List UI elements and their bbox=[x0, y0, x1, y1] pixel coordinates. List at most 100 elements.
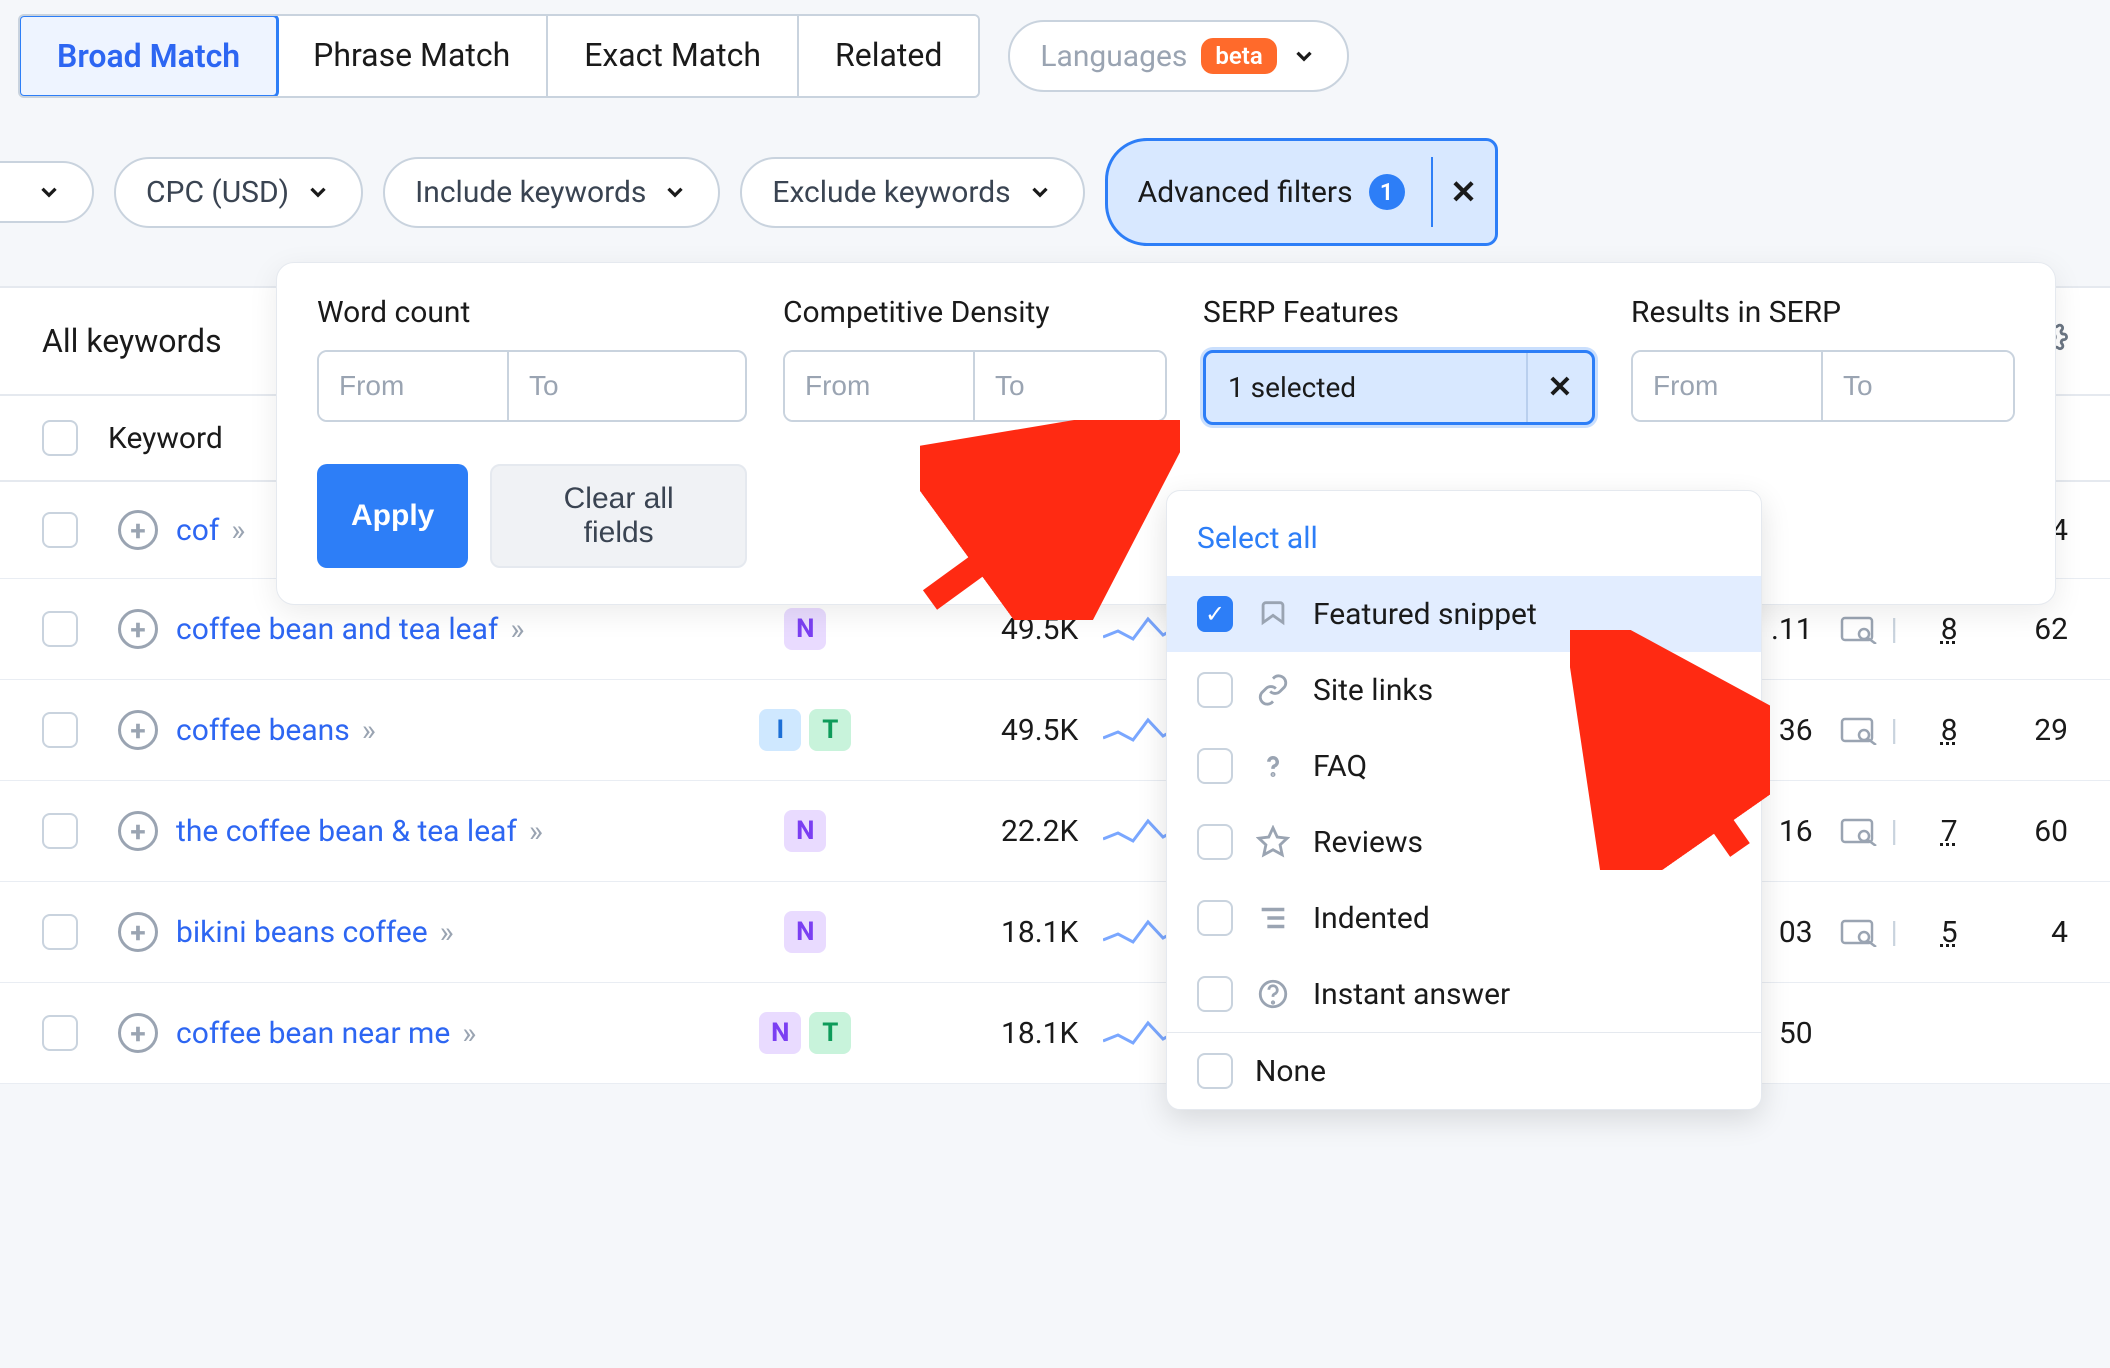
tab-related[interactable]: Related bbox=[799, 16, 978, 96]
filter-advanced[interactable]: Advanced filters 1 ✕ bbox=[1105, 138, 1498, 246]
languages-label: Languages bbox=[1040, 39, 1187, 74]
row-checkbox[interactable] bbox=[42, 712, 78, 748]
filter-unknown-left[interactable] bbox=[0, 161, 94, 223]
serp-none-checkbox[interactable] bbox=[1197, 1053, 1233, 1089]
add-keyword-icon[interactable]: + bbox=[118, 710, 158, 750]
volume-cell: 22.2K bbox=[890, 814, 1078, 849]
all-keywords-label: All keywords bbox=[42, 322, 222, 360]
serp-feature-checkbox[interactable] bbox=[1197, 748, 1233, 784]
chevron-down-icon bbox=[1291, 43, 1317, 69]
serp-feature-option[interactable]: Indented bbox=[1167, 880, 1761, 956]
filter-include-keywords[interactable]: Include keywords bbox=[383, 157, 720, 228]
filter-exclude-keywords[interactable]: Exclude keywords bbox=[740, 157, 1084, 228]
languages-dropdown[interactable]: Languages beta bbox=[1008, 20, 1348, 92]
clear-all-fields-button[interactable]: Clear all fields bbox=[490, 464, 747, 568]
row-checkbox[interactable] bbox=[42, 813, 78, 849]
keyword-link[interactable]: the coffee bean & tea leaf bbox=[176, 814, 517, 849]
re-cell: 62 bbox=[1973, 612, 2068, 647]
match-type-tabs: Broad Match Phrase Match Exact Match Rel… bbox=[18, 14, 980, 98]
row-checkbox[interactable] bbox=[42, 914, 78, 950]
re-cell: 29 bbox=[1973, 713, 2068, 748]
volume-cell: 49.5K bbox=[890, 713, 1078, 748]
serp-feature-option[interactable]: Instant answer bbox=[1167, 956, 1761, 1032]
competitive-density-range bbox=[783, 350, 1167, 422]
serp-count-cell[interactable]: 8 bbox=[1926, 713, 1973, 748]
keyword-link[interactable]: cof bbox=[176, 513, 219, 548]
row-checkbox[interactable] bbox=[42, 512, 78, 548]
intent-badge: N bbox=[784, 608, 826, 650]
add-keyword-icon[interactable]: + bbox=[118, 912, 158, 952]
serp-feature-checkbox[interactable] bbox=[1197, 672, 1233, 708]
tab-phrase-match[interactable]: Phrase Match bbox=[277, 16, 548, 96]
serp-feature-label: Featured snippet bbox=[1313, 597, 1537, 632]
advanced-clear-icon[interactable]: ✕ bbox=[1431, 157, 1495, 227]
filter-cpc-label: CPC (USD) bbox=[146, 175, 289, 210]
serp-count-cell[interactable]: 5 bbox=[1926, 915, 1973, 950]
serp-count-cell[interactable]: 7 bbox=[1926, 814, 1973, 849]
keyword-details-icon[interactable]: » bbox=[440, 915, 448, 950]
add-keyword-icon[interactable]: + bbox=[118, 811, 158, 851]
serp-features-select[interactable]: 1 selected ✕ bbox=[1203, 350, 1595, 425]
tab-exact-match[interactable]: Exact Match bbox=[548, 16, 799, 96]
serp-none-option[interactable]: None bbox=[1167, 1033, 1761, 1109]
serp-icon[interactable]: | bbox=[1813, 612, 1926, 647]
keyword-link[interactable]: coffee bean and tea leaf bbox=[176, 612, 498, 647]
table-row: +bikini beans coffee»N18.1K03|54 bbox=[0, 882, 2110, 983]
competitive-density-to-input[interactable] bbox=[975, 352, 1165, 420]
keyword-details-icon[interactable]: » bbox=[231, 513, 239, 548]
apply-button[interactable]: Apply bbox=[317, 464, 468, 568]
beta-badge: beta bbox=[1201, 38, 1276, 74]
serp-feature-label: FAQ bbox=[1313, 749, 1367, 784]
row-checkbox[interactable] bbox=[42, 1015, 78, 1051]
advanced-count-badge: 1 bbox=[1369, 174, 1405, 210]
serp-feature-checkbox[interactable]: ✓ bbox=[1197, 596, 1233, 632]
serp-features-clear-icon[interactable]: ✕ bbox=[1526, 353, 1592, 422]
word-count-range bbox=[317, 350, 747, 422]
serp-feature-icon bbox=[1255, 748, 1291, 784]
serp-feature-checkbox[interactable] bbox=[1197, 824, 1233, 860]
keyword-link[interactable]: coffee bean near me bbox=[176, 1016, 450, 1051]
serp-feature-checkbox[interactable] bbox=[1197, 900, 1233, 936]
keyword-details-icon[interactable]: » bbox=[462, 1016, 470, 1051]
serp-feature-label: Site links bbox=[1313, 673, 1433, 708]
serp-feature-icon bbox=[1255, 824, 1291, 860]
intent-badge: N bbox=[784, 810, 826, 852]
serp-feature-label: Indented bbox=[1313, 901, 1430, 936]
chevron-down-icon bbox=[662, 179, 688, 205]
intent-badge: I bbox=[759, 709, 801, 751]
filter-cpc[interactable]: CPC (USD) bbox=[114, 157, 363, 228]
results-in-serp-from-input[interactable] bbox=[1633, 352, 1823, 420]
volume-cell: 18.1K bbox=[890, 1016, 1078, 1051]
word-count-to-input[interactable] bbox=[509, 352, 699, 420]
select-all-option[interactable]: Select all bbox=[1167, 499, 1761, 576]
serp-icon[interactable]: | bbox=[1813, 814, 1926, 849]
keyword-details-icon[interactable]: » bbox=[362, 713, 370, 748]
keyword-link[interactable]: bikini beans coffee bbox=[176, 915, 428, 950]
select-all-checkbox[interactable] bbox=[42, 420, 78, 456]
keyword-details-icon[interactable]: » bbox=[510, 612, 518, 647]
serp-feature-checkbox[interactable] bbox=[1197, 976, 1233, 1012]
intent-badge: N bbox=[759, 1012, 801, 1054]
competitive-density-label: Competitive Density bbox=[783, 295, 1167, 336]
keyword-details-icon[interactable]: » bbox=[529, 814, 537, 849]
row-checkbox[interactable] bbox=[42, 611, 78, 647]
add-keyword-icon[interactable]: + bbox=[118, 609, 158, 649]
re-cell: 4 bbox=[1973, 915, 2068, 950]
results-in-serp-to-input[interactable] bbox=[1823, 352, 2013, 420]
serp-icon[interactable]: | bbox=[1813, 915, 1926, 950]
serp-count-cell[interactable]: 8 bbox=[1926, 612, 1973, 647]
add-keyword-icon[interactable]: + bbox=[118, 510, 158, 550]
serp-features-selected-text: 1 selected bbox=[1206, 353, 1526, 422]
intent-badge: N bbox=[784, 911, 826, 953]
serp-features-label: SERP Features bbox=[1203, 295, 1595, 336]
add-keyword-icon[interactable]: + bbox=[118, 1013, 158, 1053]
serp-icon[interactable]: | bbox=[1813, 713, 1926, 748]
tab-broad-match[interactable]: Broad Match bbox=[18, 14, 279, 98]
column-header-keyword[interactable]: Keyword bbox=[108, 421, 223, 456]
chevron-down-icon bbox=[36, 179, 62, 205]
word-count-from-input[interactable] bbox=[319, 352, 509, 420]
serp-feature-icon bbox=[1255, 596, 1291, 632]
competitive-density-from-input[interactable] bbox=[785, 352, 975, 420]
keyword-link[interactable]: coffee beans bbox=[176, 713, 350, 748]
re-cell: 60 bbox=[1973, 814, 2068, 849]
